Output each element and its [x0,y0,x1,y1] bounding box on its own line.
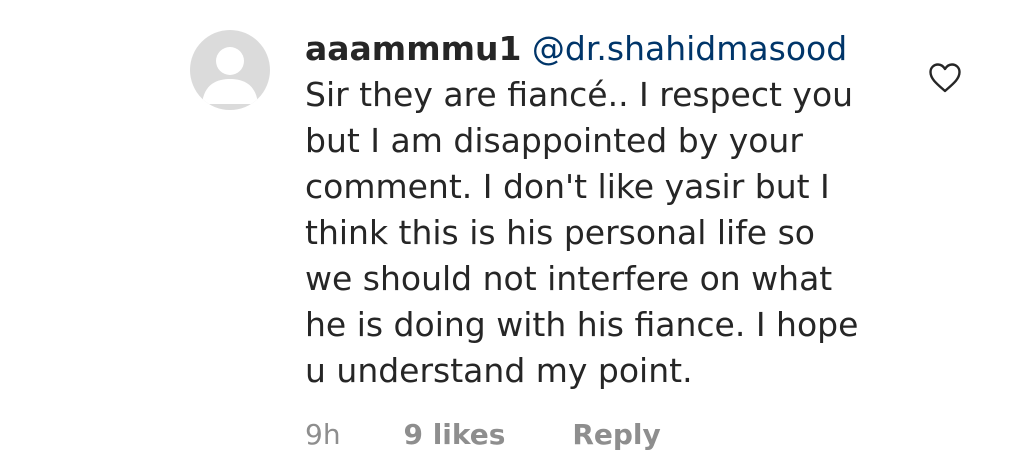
default-user-icon [202,47,258,104]
comment-username[interactable]: aaammmu1 [305,29,521,68]
comment-text: aaammmu1 @dr.shahidmasood Sir they are f… [305,26,905,394]
comment-line: he is doing with his fiance. I hope [305,305,859,344]
comment-meta: 9h 9 likes Reply [305,418,661,451]
comment-body: aaammmu1 @dr.shahidmasood Sir they are f… [305,26,905,394]
comment-timestamp: 9h [305,418,341,451]
likes-count[interactable]: 9 likes [403,418,505,451]
comment-line: we should not interfere on what [305,259,833,298]
comment-line: comment. I don't like yasir but I [305,167,830,206]
comment-header-line: aaammmu1 @dr.shahidmasood [305,26,905,72]
heart-outline-icon [929,63,961,93]
comment-line: but I am disappointed by your [305,121,803,160]
comment-line: u understand my point. [305,351,693,390]
avatar[interactable] [190,30,270,110]
comment-line: think this is his personal life so [305,213,815,252]
comment: aaammmu1 @dr.shahidmasood Sir they are f… [0,0,1024,466]
reply-button[interactable]: Reply [572,418,660,451]
comment-line: Sir they are fiancé.. I respect you [305,75,854,114]
like-button[interactable] [928,62,962,94]
comment-mention[interactable]: @dr.shahidmasood [532,29,847,68]
